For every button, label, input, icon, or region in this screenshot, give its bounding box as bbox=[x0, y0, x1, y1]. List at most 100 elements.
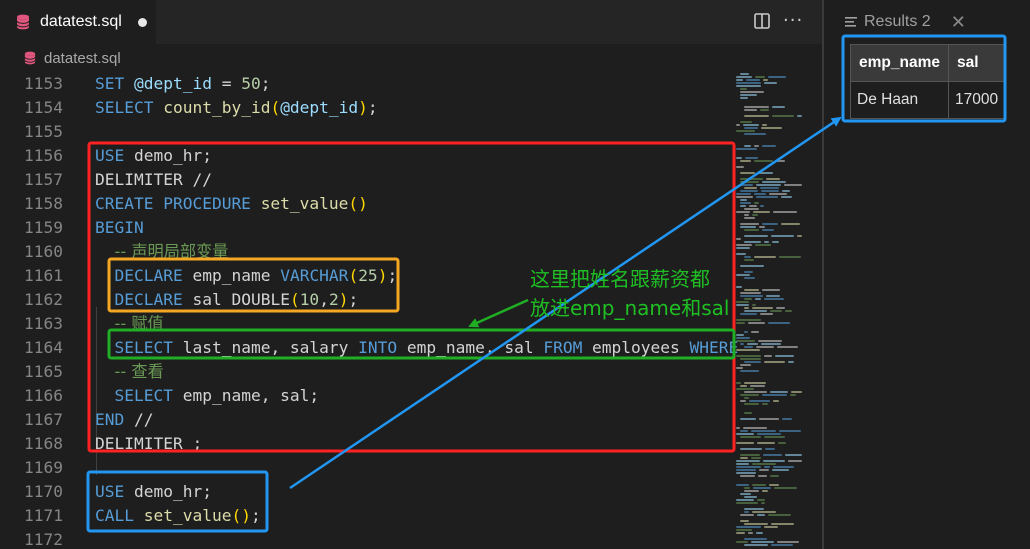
annotation-note-line-2: 放进emp_name和sal bbox=[530, 296, 730, 320]
code-line[interactable]: 1153 SET @dept_id = 50; bbox=[0, 72, 732, 96]
code-token: ) bbox=[338, 290, 349, 309]
minimap-line bbox=[736, 166, 744, 168]
minimap-line bbox=[762, 289, 780, 291]
minimap-line bbox=[736, 238, 741, 240]
code-line[interactable]: 1171 CALL set_value(); bbox=[0, 504, 732, 528]
code-token: USE bbox=[95, 482, 125, 501]
minimap-line bbox=[740, 223, 759, 225]
results-tab[interactable]: Results 2 ✕ bbox=[824, 0, 1030, 44]
minimap-line bbox=[764, 361, 785, 363]
code-line[interactable]: 1155 bbox=[0, 120, 732, 144]
minimap-line bbox=[736, 367, 743, 369]
database-icon bbox=[24, 51, 36, 65]
minimap-line bbox=[736, 463, 749, 465]
minimap-line bbox=[736, 472, 756, 474]
code-text: SELECT count_by_id(@dept_id); bbox=[95, 96, 378, 120]
vertical-scrollbar[interactable] bbox=[808, 71, 822, 549]
minimap-line bbox=[752, 511, 776, 513]
code-token: -- 查看 bbox=[114, 362, 164, 381]
minimap-line bbox=[740, 199, 747, 201]
minimap-line bbox=[753, 211, 770, 213]
minimap-line bbox=[774, 487, 797, 489]
editor-tab-datatest[interactable]: datatest.sql bbox=[0, 0, 156, 44]
minimap-line bbox=[740, 97, 748, 99]
minimap-line bbox=[744, 133, 766, 135]
column-header-emp-name[interactable]: emp_name bbox=[850, 44, 949, 82]
minimap-line bbox=[736, 304, 749, 306]
minimap-line bbox=[744, 256, 751, 258]
code-line[interactable]: 1156 USE demo_hr; bbox=[0, 144, 732, 168]
minimap-line bbox=[752, 463, 776, 465]
cell-sal[interactable]: 17000 bbox=[947, 81, 1006, 119]
minimap-line bbox=[740, 226, 756, 228]
code-line[interactable]: 1166 SELECT emp_name, sal; bbox=[0, 384, 732, 408]
breadcrumb-file[interactable]: datatest.sql bbox=[44, 50, 121, 67]
code-line[interactable]: 1169 bbox=[0, 456, 732, 480]
code-token: SELECT bbox=[95, 98, 154, 117]
minimap-line bbox=[764, 436, 785, 438]
table-row[interactable]: De Haan 17000 bbox=[850, 81, 1006, 119]
code-token: ) bbox=[358, 98, 368, 117]
minimap-line bbox=[736, 349, 760, 351]
minimap-line bbox=[765, 448, 775, 450]
minimap-line bbox=[736, 247, 750, 249]
code-line[interactable]: 1158 CREATE PROCEDURE set_value() bbox=[0, 192, 732, 216]
code-line[interactable]: 1168 DELIMITER ; bbox=[0, 432, 732, 456]
code-text: SET @dept_id = 50; bbox=[95, 72, 270, 96]
minimap-line bbox=[752, 484, 766, 486]
minimap-line bbox=[754, 256, 776, 258]
code-line[interactable]: 1157 DELIMITER // bbox=[0, 168, 732, 192]
code-text: CREATE PROCEDURE set_value() bbox=[95, 192, 368, 216]
results-tab-title: Results 2 bbox=[864, 13, 931, 30]
result-grid[interactable]: emp_name sal De Haan 17000 bbox=[850, 44, 1006, 119]
minimap-line bbox=[761, 343, 781, 345]
minimap-line bbox=[763, 454, 782, 456]
code-line[interactable]: 1160 -- 声明局部变量 bbox=[0, 240, 732, 264]
editor-tab-title: datatest.sql bbox=[40, 13, 122, 30]
minimap-line bbox=[736, 340, 755, 342]
minimap-line bbox=[736, 427, 740, 429]
minimap-line bbox=[760, 187, 779, 189]
code-line[interactable]: 1172 bbox=[0, 528, 732, 549]
code-token: BEGIN bbox=[95, 218, 144, 237]
minimap-line bbox=[740, 94, 757, 96]
minimap-line bbox=[762, 181, 786, 183]
code-line[interactable]: 1165 -- 查看 bbox=[0, 360, 732, 384]
minimap-line bbox=[778, 442, 786, 444]
line-number: 1155 bbox=[24, 122, 63, 141]
minimap-line bbox=[748, 322, 765, 324]
minimap-line bbox=[740, 202, 751, 204]
code-line[interactable]: 1154 SELECT count_by_id(@dept_id); bbox=[0, 96, 732, 120]
line-number: 1166 bbox=[24, 386, 63, 405]
minimap-line bbox=[740, 181, 759, 183]
results-pane: Results 2 ✕ emp_name sal De Haan 17000 bbox=[822, 0, 1030, 549]
minimap-line bbox=[755, 76, 765, 78]
minimap-line bbox=[761, 127, 782, 129]
code-token: ; bbox=[250, 506, 261, 525]
code-line[interactable]: 1170 USE demo_hr; bbox=[0, 480, 732, 504]
unsaved-dot-icon[interactable] bbox=[137, 17, 147, 27]
minimap-line bbox=[762, 403, 768, 405]
minimap[interactable] bbox=[732, 71, 808, 549]
more-actions-icon[interactable]: ··· bbox=[783, 10, 803, 31]
column-header-sal[interactable]: sal bbox=[947, 44, 1006, 82]
minimap-line bbox=[769, 484, 779, 486]
code-token: sal DOUBLE bbox=[182, 290, 290, 309]
cell-emp-name[interactable]: De Haan bbox=[850, 81, 949, 119]
split-editor-icon[interactable] bbox=[753, 12, 771, 30]
code-line[interactable]: 1164 SELECT last_name, salary INTO emp_n… bbox=[0, 336, 738, 360]
code-token: emp_name bbox=[182, 266, 281, 285]
close-icon[interactable]: ✕ bbox=[951, 12, 966, 33]
code-token: last_name, salary bbox=[172, 338, 359, 357]
code-line[interactable]: 1167 END // bbox=[0, 408, 732, 432]
minimap-line bbox=[762, 490, 768, 492]
code-line[interactable]: 1159 BEGIN bbox=[0, 216, 732, 240]
code-token: ( bbox=[289, 290, 300, 309]
minimap-line bbox=[740, 430, 748, 432]
breadcrumb[interactable]: datatest.sql bbox=[0, 44, 822, 72]
minimap-line bbox=[744, 214, 749, 216]
minimap-line bbox=[764, 526, 778, 528]
